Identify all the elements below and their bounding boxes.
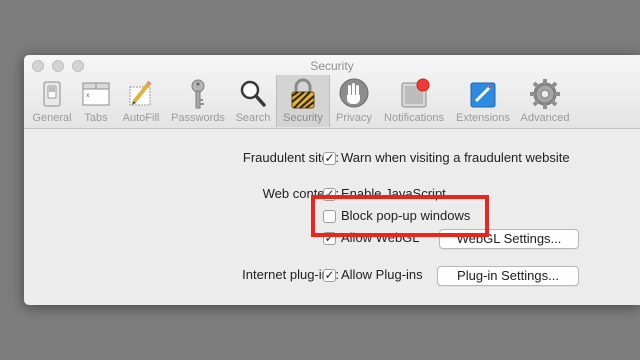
svg-text:x: x [86,92,90,99]
gear-icon [530,79,560,109]
tab-security[interactable]: Security [276,75,330,127]
fraudulent-warning-label: Warn when visiting a fraudulent website [341,150,570,165]
preferences-window: Security General x Tabs AutoFill Passwor… [24,55,640,305]
tab-notifications[interactable]: Notifications [378,75,450,127]
tab-advanced[interactable]: Advanced [516,75,574,127]
tab-extensions[interactable]: Extensions [452,75,514,127]
notification-badge-icon [401,78,430,108]
title-bar: Security General x Tabs AutoFill Passwor… [24,55,640,129]
tab-privacy[interactable]: Privacy [330,75,378,127]
magnifier-icon [240,80,266,107]
general-switch-icon [43,81,61,107]
plugin-settings-button[interactable]: Plug-in Settings... [437,266,579,286]
autofill-pencil-icon [129,80,152,106]
tab-general[interactable]: General [28,75,76,127]
fraudulent-warning-checkbox[interactable]: ✓ [323,152,336,165]
tab-tabs[interactable]: x Tabs [76,75,116,127]
hand-icon [339,78,369,108]
puzzle-icon [470,82,496,108]
highlight-annotation-box [311,195,489,237]
allow-plugins-checkbox[interactable]: ✓ [323,269,336,282]
lock-icon [291,78,315,109]
tab-autofill[interactable]: AutoFill [116,75,166,127]
tab-search[interactable]: Search [230,75,276,127]
tab-passwords[interactable]: Passwords [166,75,230,127]
window-title: Security [310,59,354,73]
tabs-icon: x [82,82,110,106]
allow-plugins-label: Allow Plug-ins [341,267,423,282]
key-icon [191,79,205,109]
